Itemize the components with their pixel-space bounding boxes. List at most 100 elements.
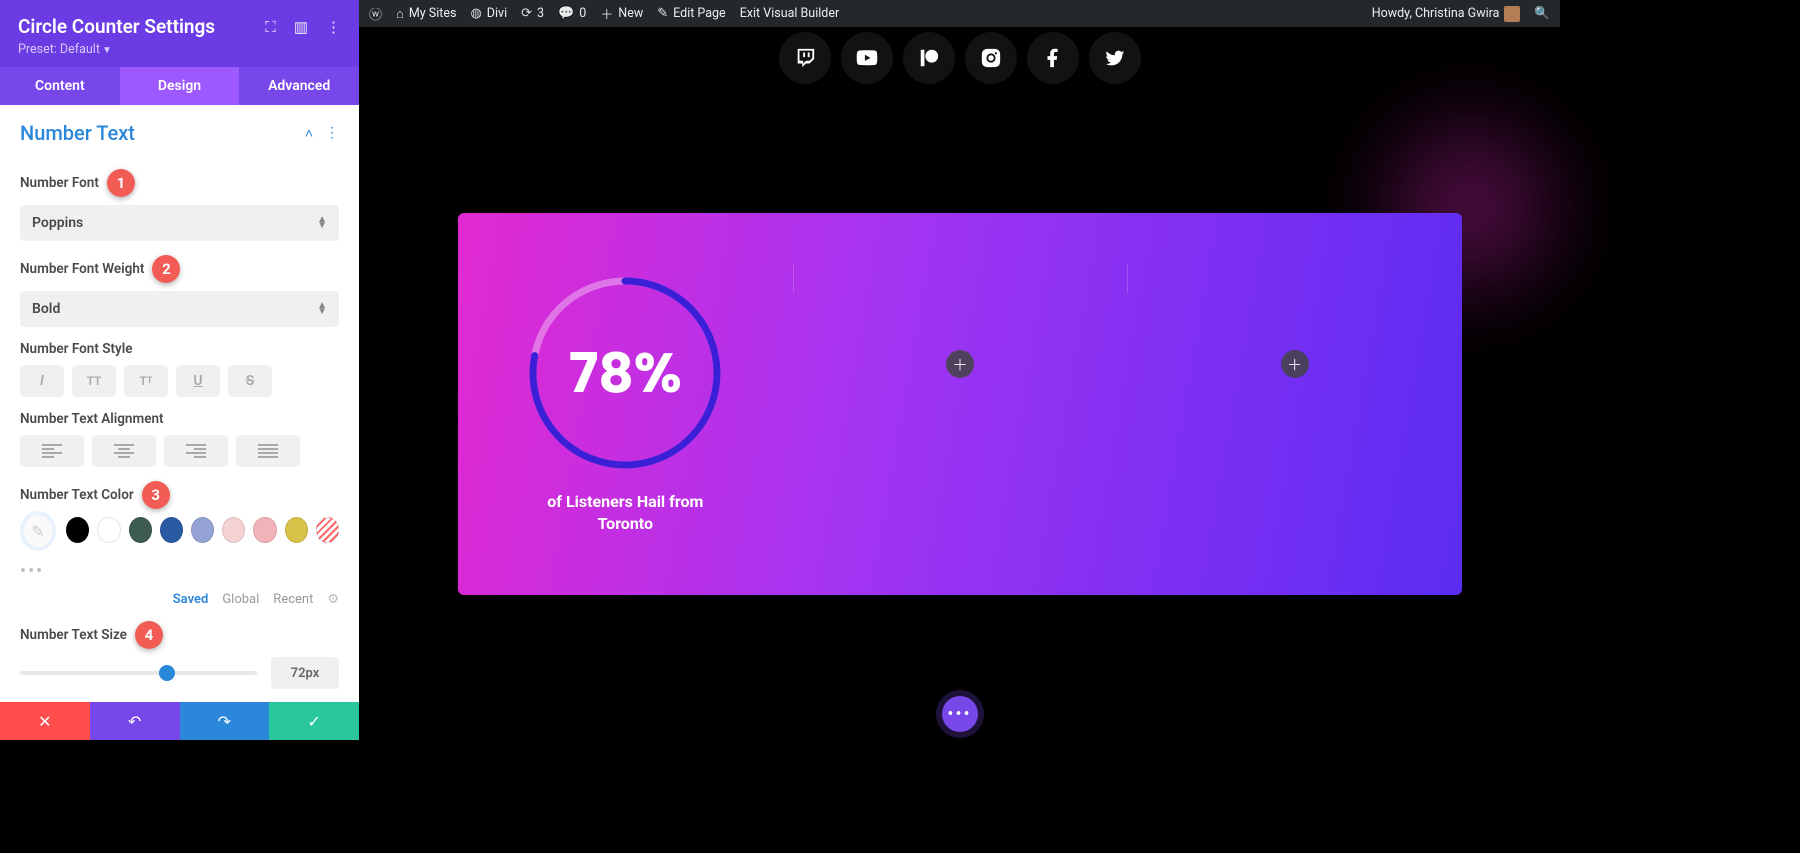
page-canvas[interactable]: 78% of Listeners Hail from Toronto ＋ ＋ •… <box>359 27 1560 740</box>
smallcaps-button[interactable]: TT <box>124 365 168 397</box>
howdy-link[interactable]: Howdy, Christina Gwira <box>1372 6 1521 22</box>
preset-select[interactable]: Preset: Default▼ <box>18 42 341 57</box>
empty-column[interactable]: ＋ <box>793 213 1128 595</box>
label-align: Number Text Alignment <box>20 411 339 427</box>
builder-fab[interactable]: ••• <box>942 696 978 732</box>
swatch[interactable] <box>129 517 152 543</box>
select-arrows-icon: ▲▼ <box>317 303 327 315</box>
swatch[interactable] <box>97 517 120 543</box>
edit-page-link[interactable]: ✎Edit Page <box>657 6 725 21</box>
global-tab[interactable]: Global <box>222 592 259 607</box>
annotation-marker: 3 <box>142 481 170 509</box>
font-style-buttons: I TT TT U S <box>20 365 339 397</box>
swatch-transparent[interactable] <box>316 517 339 543</box>
empty-column[interactable]: ＋ <box>1127 213 1462 595</box>
gear-icon[interactable]: ⚙ <box>327 592 339 607</box>
label-size: Number Text Size 4 <box>20 621 339 649</box>
swatch[interactable] <box>222 517 245 543</box>
settings-panel: Circle Counter Settings ⛶ ▥ ⋮ Preset: De… <box>0 0 359 740</box>
size-slider[interactable] <box>20 671 257 675</box>
columns-icon[interactable]: ▥ <box>294 18 308 36</box>
preview-area: ⓦ ⌂My Sites ◍Divi ⟳3 💬0 ＋New ✎Edit Page … <box>359 0 1560 740</box>
swatch[interactable] <box>66 517 89 543</box>
panel-body[interactable]: Number Text ˄ ⋮ Number Font 1 Poppins ▲▼… <box>0 105 359 702</box>
close-button[interactable]: ✕ <box>0 702 90 740</box>
swatch[interactable] <box>160 517 183 543</box>
label-color: Number Text Color 3 <box>20 481 339 509</box>
collapse-icon[interactable]: ˄ <box>305 125 313 142</box>
tab-bar: Content Design Advanced <box>0 67 359 105</box>
patreon-icon[interactable] <box>903 32 955 84</box>
recent-tab[interactable]: Recent <box>273 592 313 607</box>
tab-advanced[interactable]: Advanced <box>239 67 359 105</box>
more-swatches-button[interactable]: ••• <box>20 561 339 582</box>
tab-design[interactable]: Design <box>120 67 240 105</box>
align-buttons <box>20 435 339 467</box>
swatch[interactable] <box>285 517 308 543</box>
swatch[interactable] <box>191 517 214 543</box>
kebab-icon[interactable]: ⋮ <box>326 18 341 36</box>
annotation-marker: 1 <box>107 169 135 197</box>
plus-icon: ＋ <box>600 4 613 23</box>
twitch-icon[interactable] <box>779 32 831 84</box>
confirm-button[interactable]: ✓ <box>269 702 359 740</box>
undo-button[interactable]: ↶ <box>90 702 180 740</box>
comments-link[interactable]: 💬0 <box>558 6 586 21</box>
wp-admin-bar: ⓦ ⌂My Sites ◍Divi ⟳3 💬0 ＋New ✎Edit Page … <box>359 0 1560 27</box>
panel-footer: ✕ ↶ ↷ ✓ <box>0 702 359 740</box>
instagram-icon[interactable] <box>965 32 1017 84</box>
tab-content[interactable]: Content <box>0 67 120 105</box>
panel-title: Circle Counter Settings <box>18 15 215 38</box>
search-icon[interactable]: 🔍 <box>1534 6 1550 21</box>
caret-down-icon: ▼ <box>102 45 112 56</box>
select-arrows-icon: ▲▼ <box>317 217 327 229</box>
comment-icon: 💬 <box>558 6 574 21</box>
strike-button[interactable]: S <box>228 365 272 397</box>
color-picker-button[interactable]: ✎ <box>20 511 56 551</box>
add-module-button[interactable]: ＋ <box>1281 350 1309 378</box>
swatch[interactable] <box>253 517 276 543</box>
expand-icon[interactable]: ⛶ <box>265 18 276 36</box>
social-bar <box>710 32 1210 84</box>
updates-link[interactable]: ⟳3 <box>521 6 544 21</box>
underline-button[interactable]: U <box>176 365 220 397</box>
label-weight: Number Font Weight 2 <box>20 255 339 283</box>
avatar <box>1504 6 1520 22</box>
gauge-icon: ◍ <box>470 6 481 21</box>
size-input[interactable] <box>271 657 339 689</box>
select-font[interactable]: Poppins ▲▼ <box>20 205 339 241</box>
facebook-icon[interactable] <box>1027 32 1079 84</box>
wp-logo-icon[interactable]: ⓦ <box>369 4 382 23</box>
site-link[interactable]: ◍Divi <box>470 6 507 21</box>
new-link[interactable]: ＋New <box>600 4 643 23</box>
circle-counter-module[interactable]: 78% of Listeners Hail from Toronto <box>458 213 793 595</box>
add-module-button[interactable]: ＋ <box>946 350 974 378</box>
color-swatches: ✎ <box>20 517 339 551</box>
align-center-button[interactable] <box>92 435 156 467</box>
align-justify-button[interactable] <box>236 435 300 467</box>
saved-tab[interactable]: Saved <box>173 592 209 607</box>
twitter-icon[interactable] <box>1089 32 1141 84</box>
exit-vb-link[interactable]: Exit Visual Builder <box>740 6 840 21</box>
youtube-icon[interactable] <box>841 32 893 84</box>
group-title: Number Text <box>20 121 135 145</box>
counter-label: of Listeners Hail from Toronto <box>530 491 720 534</box>
label-font: Number Font 1 <box>20 169 339 197</box>
refresh-icon: ⟳ <box>521 6 532 21</box>
select-weight[interactable]: Bold ▲▼ <box>20 291 339 327</box>
kebab-icon[interactable]: ⋮ <box>325 125 339 142</box>
counter-number: 78% <box>525 273 725 473</box>
panel-header: Circle Counter Settings ⛶ ▥ ⋮ Preset: De… <box>0 0 359 67</box>
redo-button[interactable]: ↷ <box>180 702 270 740</box>
italic-button[interactable]: I <box>20 365 64 397</box>
align-left-button[interactable] <box>20 435 84 467</box>
slider-thumb[interactable] <box>159 665 175 681</box>
label-style: Number Font Style <box>20 341 339 357</box>
pencil-icon: ✎ <box>657 6 668 21</box>
align-right-button[interactable] <box>164 435 228 467</box>
annotation-marker: 2 <box>152 255 180 283</box>
stats-section[interactable]: 78% of Listeners Hail from Toronto ＋ ＋ <box>458 213 1462 595</box>
my-sites-link[interactable]: ⌂My Sites <box>396 6 456 22</box>
uppercase-button[interactable]: TT <box>72 365 116 397</box>
saved-row: Saved Global Recent ⚙ <box>20 592 339 607</box>
